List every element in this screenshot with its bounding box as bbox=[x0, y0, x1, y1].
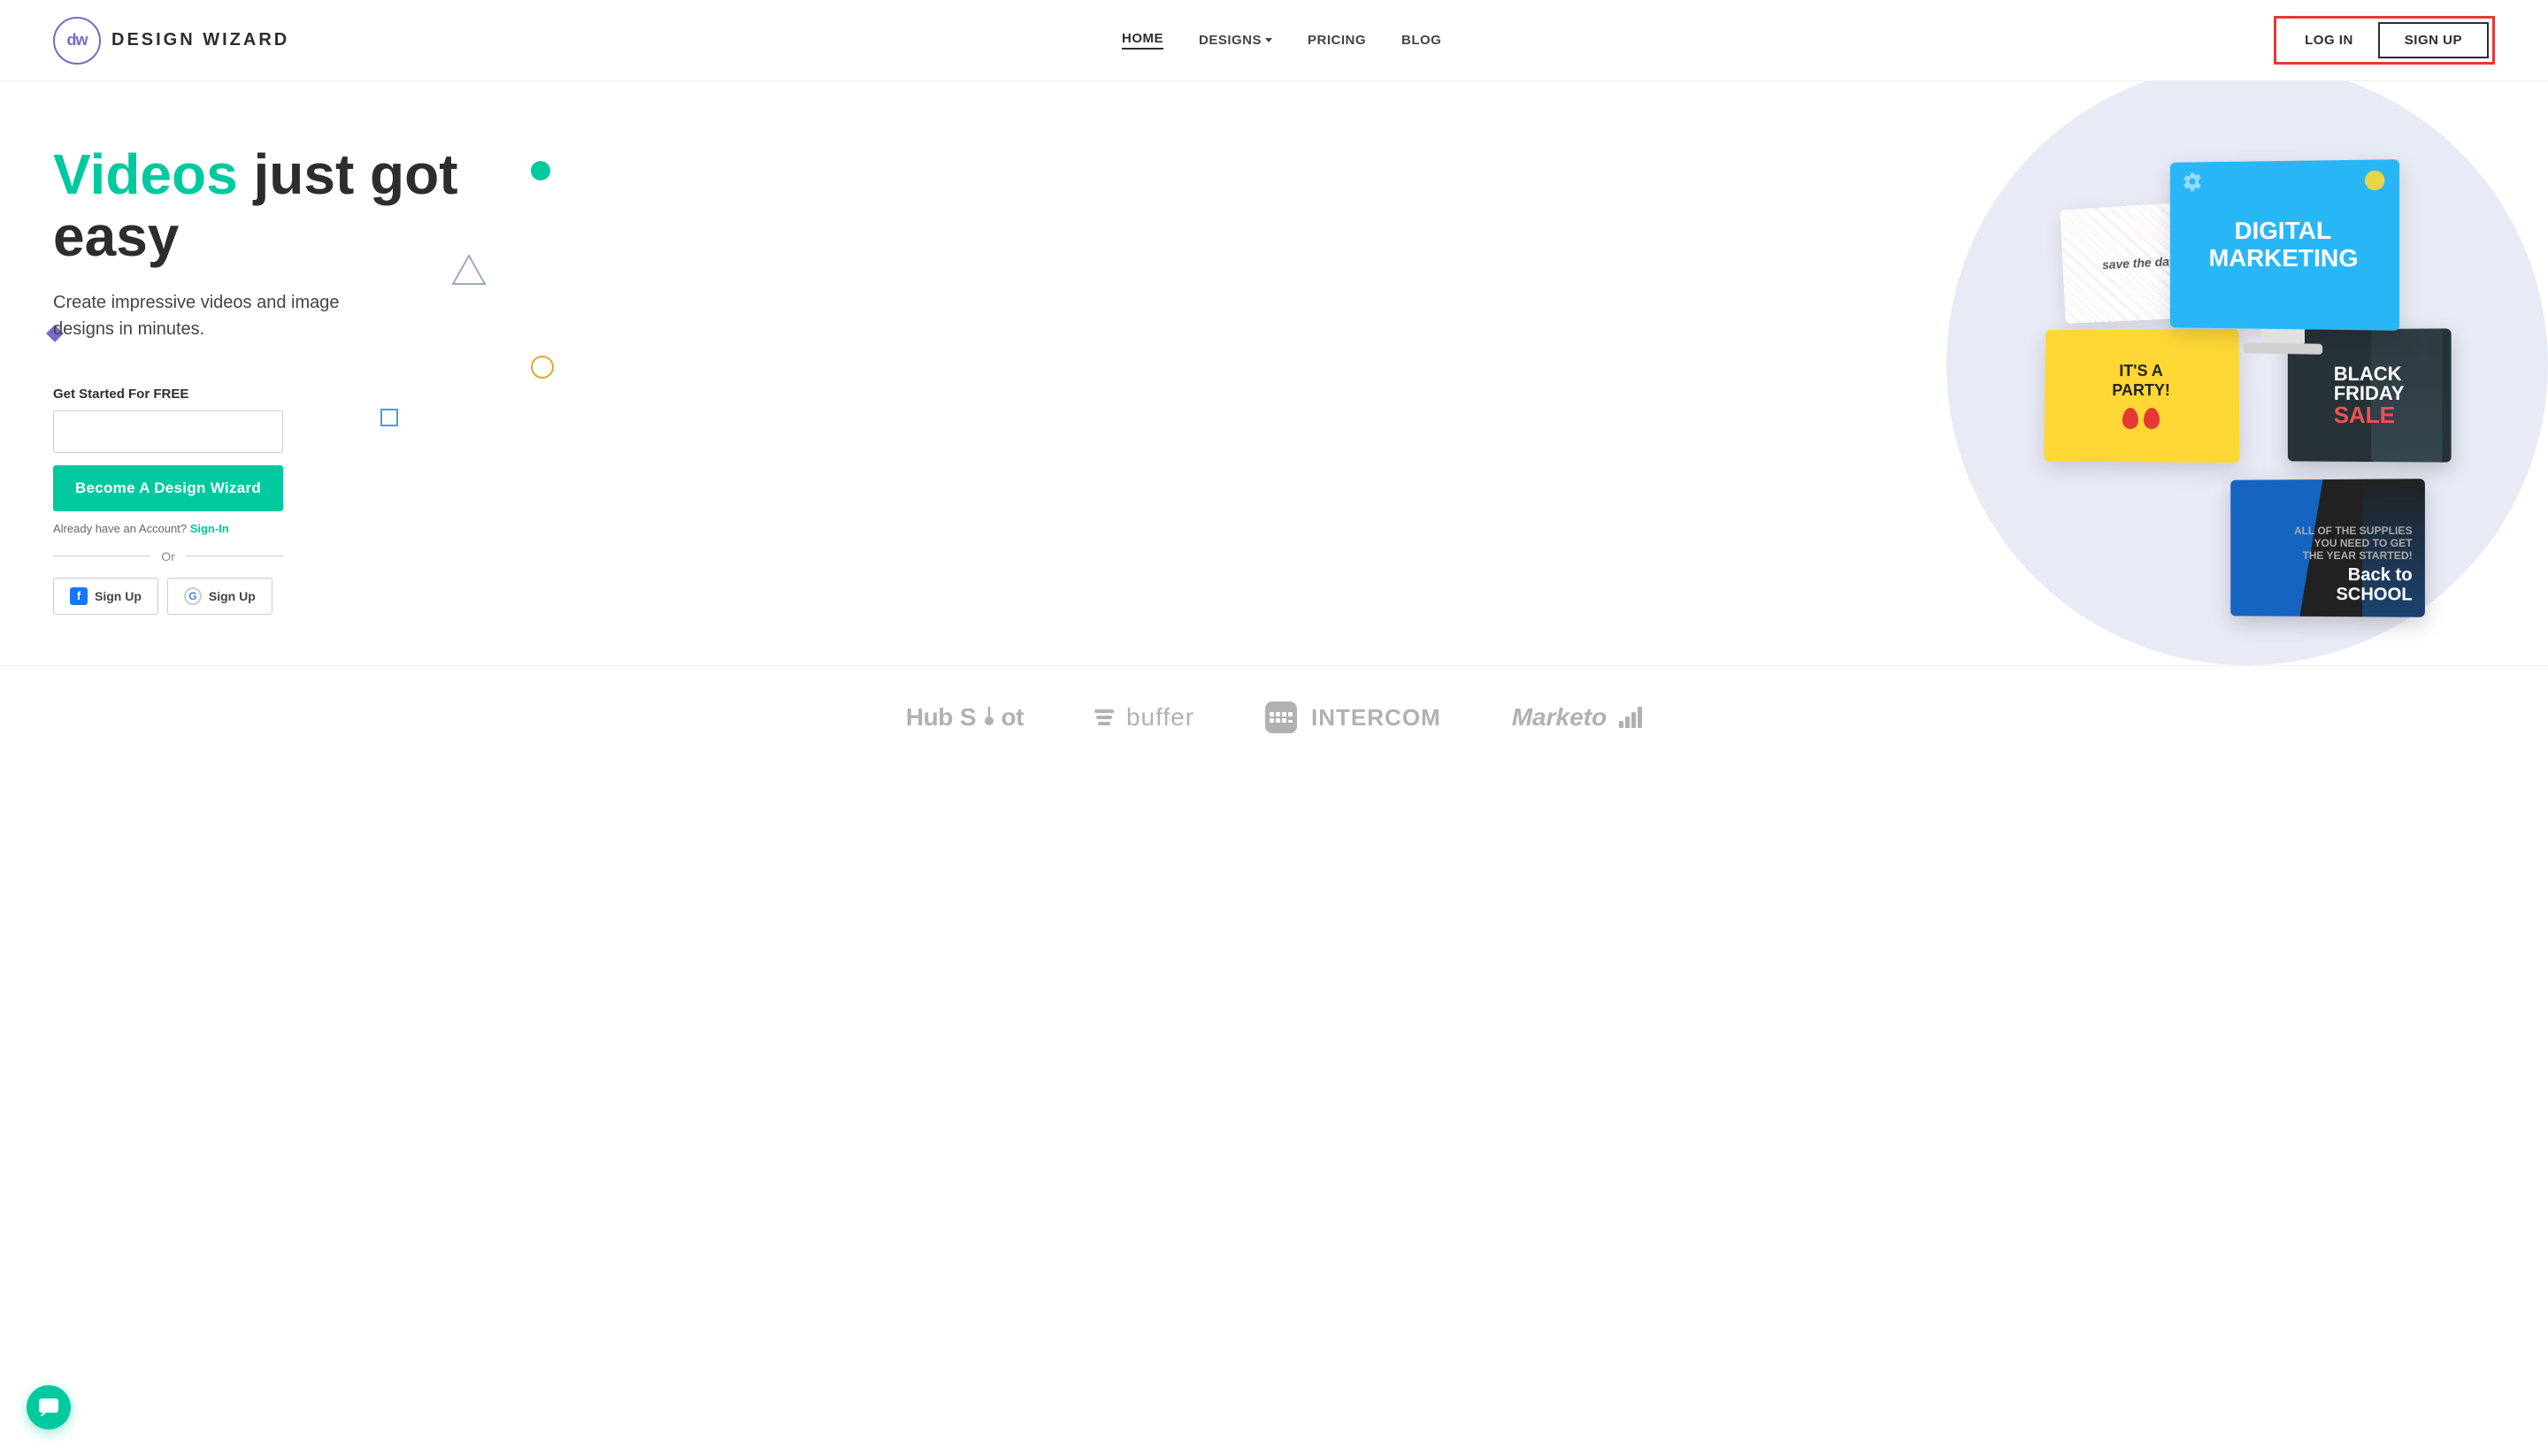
buffer-text: buffer bbox=[1126, 703, 1194, 732]
chat-icon bbox=[38, 1398, 59, 1417]
hubspot-logo: Hub S ot bbox=[906, 703, 1024, 732]
main-nav: HOME DESIGNS PRICING BLOG bbox=[1122, 31, 1441, 50]
monitor-base bbox=[2243, 342, 2322, 355]
hero-title-highlight: Videos bbox=[53, 142, 238, 206]
party-card-text: IT'S APARTY! bbox=[2112, 362, 2170, 400]
party-card: IT'S APARTY! bbox=[2044, 329, 2239, 463]
login-button[interactable]: LOG IN bbox=[2280, 24, 2378, 57]
bf-sale: SALE bbox=[2334, 403, 2405, 426]
back-to-school-card: ALL OF THE SUPPLIESYOU NEED TO GETTHE YE… bbox=[2230, 479, 2425, 617]
google-icon: G bbox=[184, 587, 202, 605]
hubspot-ot: ot bbox=[1002, 703, 1024, 732]
school-supplies-text: ALL OF THE SUPPLIESYOU NEED TO GETTHE YE… bbox=[2294, 525, 2413, 562]
marketo-text: Marketo bbox=[1512, 703, 1607, 732]
bf-title: BLACKFRIDAY bbox=[2334, 364, 2405, 403]
email-input[interactable] bbox=[53, 410, 283, 453]
bf-text-group: BLACKFRIDAY SALE bbox=[2334, 364, 2405, 426]
become-wizard-button[interactable]: Become A Design Wizard bbox=[53, 465, 283, 511]
buffer-logo: buffer bbox=[1094, 703, 1194, 732]
or-divider: Or bbox=[53, 549, 283, 563]
hubspot-text: Hub bbox=[906, 703, 953, 732]
get-started-label: Get Started For FREE bbox=[53, 387, 513, 402]
partners-section: Hub S ot buffer bbox=[0, 665, 2548, 778]
marketo-bars-icon bbox=[1619, 707, 1642, 728]
logo-text: DESIGN WIZARD bbox=[111, 30, 289, 50]
design-cards: save the date DIGITALMARKETING bbox=[513, 134, 2495, 630]
nav-pricing[interactable]: PRICING bbox=[1308, 33, 1366, 48]
digital-marketing-text: DIGITALMARKETING bbox=[2209, 218, 2359, 272]
nav-blog[interactable]: BLOG bbox=[1401, 33, 1441, 48]
hubspot-dot-icon bbox=[984, 705, 994, 730]
school-text-group: ALL OF THE SUPPLIESYOU NEED TO GETTHE YE… bbox=[2294, 525, 2413, 605]
hero-illustration: save the date DIGITALMARKETING bbox=[513, 134, 2495, 630]
nav-designs[interactable]: DESIGNS bbox=[1199, 33, 1272, 48]
intercom-logo: INTERCOM bbox=[1265, 701, 1441, 733]
buffer-bar-bot bbox=[1098, 722, 1110, 725]
lightbulb-icon bbox=[2365, 171, 2385, 191]
facebook-icon: f bbox=[70, 587, 88, 605]
intercom-text: INTERCOM bbox=[1311, 704, 1441, 732]
balloon-red2 bbox=[2144, 408, 2160, 429]
hero-title: Videos just got easy bbox=[53, 143, 513, 268]
header: dw DESIGN WIZARD HOME DESIGNS PRICING BL… bbox=[0, 0, 2548, 81]
google-signup-button[interactable]: G Sign Up bbox=[167, 578, 272, 615]
gear-icon bbox=[2182, 171, 2202, 192]
school-title: Back toSCHOOL bbox=[2294, 565, 2413, 605]
hubspot-spot: S bbox=[960, 703, 977, 732]
hero-section: Videos just got easy Create impressive v… bbox=[0, 81, 2548, 665]
marketo-logo: Marketo bbox=[1512, 703, 1642, 732]
buffer-bar-top bbox=[1094, 709, 1114, 713]
or-text: Or bbox=[161, 549, 175, 563]
logo[interactable]: dw DESIGN WIZARD bbox=[53, 17, 289, 65]
monitor-screen: DIGITALMARKETING bbox=[2175, 164, 2395, 326]
buffer-icon bbox=[1094, 709, 1114, 725]
hero-subtitle: Create impressive videos and imagedesign… bbox=[53, 289, 513, 342]
balloon-group bbox=[2122, 408, 2160, 429]
chat-bubble-button[interactable] bbox=[27, 1385, 71, 1429]
auth-button-group: LOG IN SIGN UP bbox=[2274, 16, 2495, 65]
logo-icon: dw bbox=[53, 17, 101, 65]
facebook-signup-button[interactable]: f Sign Up bbox=[53, 578, 158, 615]
signup-button[interactable]: SIGN UP bbox=[2378, 22, 2489, 58]
signin-prompt: Already have an Account? Sign-In bbox=[53, 522, 513, 535]
intercom-icon bbox=[1265, 701, 1297, 733]
social-signup-buttons: f Sign Up G Sign Up bbox=[53, 578, 513, 615]
chevron-down-icon bbox=[1265, 38, 1272, 42]
signin-link[interactable]: Sign-In bbox=[190, 522, 229, 535]
nav-home[interactable]: HOME bbox=[1122, 31, 1163, 50]
buffer-bar-mid bbox=[1096, 716, 1112, 719]
balloon-red bbox=[2122, 408, 2138, 429]
hero-content: Videos just got easy Create impressive v… bbox=[53, 134, 513, 615]
intercom-grid bbox=[1266, 709, 1296, 726]
digital-marketing-card: DIGITALMARKETING bbox=[2170, 159, 2399, 331]
